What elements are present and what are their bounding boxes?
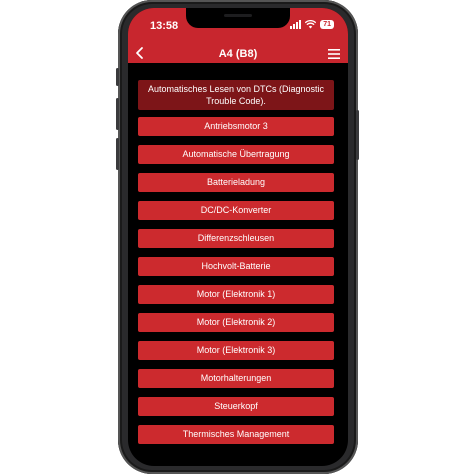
list-item-hochvolt-batterie[interactable]: Hochvolt-Batterie (138, 257, 334, 276)
list-item-dc-dc-konverter[interactable]: DC/DC-Konverter (138, 201, 334, 220)
wifi-icon (305, 20, 317, 29)
page-title: A4 (B8) (218, 48, 258, 60)
notch (186, 8, 290, 28)
phone-screen: 13:58 71 A4 (B8) Automatisches Lesen von… (128, 8, 348, 466)
cellular-signal-icon (290, 20, 302, 29)
list-item-thermisches-management[interactable]: Thermisches Management (138, 425, 334, 444)
list-item-motor-elektronik-3[interactable]: Motor (Elektronik 3) (138, 341, 334, 360)
status-time: 13:58 (150, 20, 179, 32)
list-item-motor-elektronik-1[interactable]: Motor (Elektronik 1) (138, 285, 334, 304)
mute-switch (116, 68, 119, 86)
status-indicators: 71 (290, 20, 334, 29)
app-header: 13:58 71 A4 (B8) (128, 8, 348, 63)
list-item-batterieladung[interactable]: Batterieladung (138, 173, 334, 192)
list-item-steuerkopf[interactable]: Steuerkopf (138, 397, 334, 416)
list-item-motorhalterungen[interactable]: Motorhalterungen (138, 369, 334, 388)
list-item-motor-elektronik-2[interactable]: Motor (Elektronik 2) (138, 313, 334, 332)
hamburger-menu-icon[interactable] (328, 49, 340, 59)
list-item-antriebsmotor-3[interactable]: Antriebsmotor 3 (138, 117, 334, 136)
power-button (356, 110, 359, 160)
volume-down-button (116, 138, 119, 170)
volume-up-button (116, 98, 119, 130)
list-item-differenzschleusen[interactable]: Differenzschleusen (138, 229, 334, 248)
list-item-automatische-uebertragung[interactable]: Automatische Übertragung (138, 145, 334, 164)
battery-indicator: 71 (320, 20, 334, 29)
auto-read-dtc-banner[interactable]: Automatisches Lesen von DTCs (Diagnostic… (138, 80, 334, 110)
speaker-grille (224, 14, 252, 17)
